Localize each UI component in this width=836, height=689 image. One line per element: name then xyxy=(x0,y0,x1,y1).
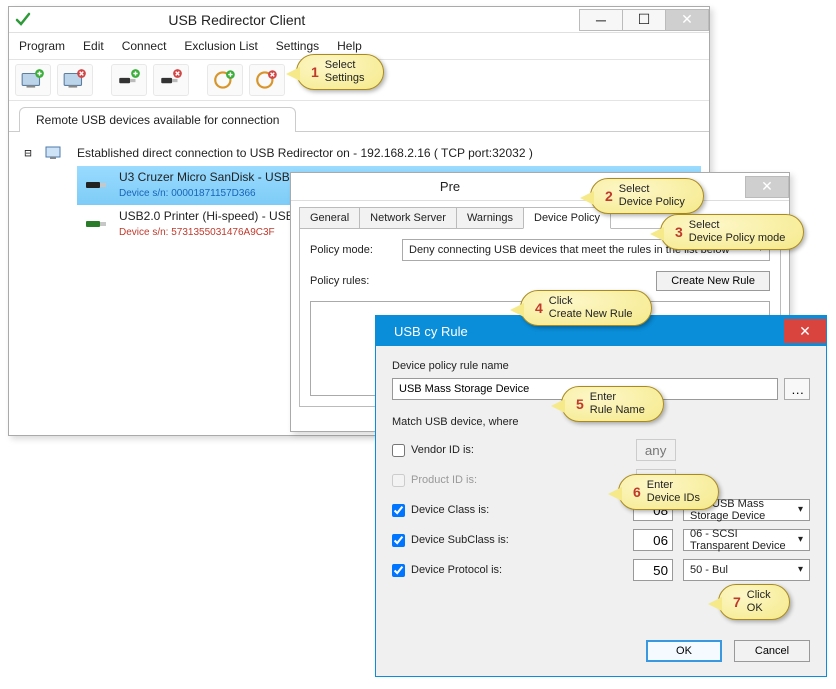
pref-close-button[interactable]: ✕ xyxy=(745,176,789,198)
callout-5-num: 5 xyxy=(576,396,584,412)
callout-6-num: 6 xyxy=(633,484,641,500)
pref-tab-general[interactable]: General xyxy=(299,207,360,229)
callout-4: 4 ClickCreate New Rule xyxy=(520,290,652,326)
callout-3-txt: SelectDevice Policy mode xyxy=(689,219,786,244)
protocol-num[interactable] xyxy=(633,559,673,581)
device2-name: USB2.0 Printer (Hi-speed) - USB P xyxy=(119,209,305,223)
pref-tab-network[interactable]: Network Server xyxy=(359,207,457,229)
callout-5-txt: EnterRule Name xyxy=(590,391,645,416)
callout-4-num: 4 xyxy=(535,300,543,316)
product-checkbox xyxy=(392,474,405,487)
device2-sn: Device s/n: 5731355031476A9C3F xyxy=(119,227,275,238)
callout-1-num: 1 xyxy=(311,64,319,80)
row-vendor: Vendor ID is: xyxy=(392,438,810,462)
protocol-checkbox[interactable] xyxy=(392,564,405,577)
usb-icon xyxy=(83,176,111,194)
tb-add-pc[interactable] xyxy=(15,64,51,96)
tb-del-usb[interactable] xyxy=(153,64,189,96)
vendor-label: Vendor ID is: xyxy=(411,444,474,456)
connection-label: Established direct connection to USB Red… xyxy=(77,146,533,161)
class-label: Device Class is: xyxy=(411,504,489,516)
subclass-combo-text: 06 - SCSI Transparent Device xyxy=(690,528,791,552)
rule-name-label: Device policy rule name xyxy=(392,360,810,372)
tree-collapse-icon[interactable]: ⊟ xyxy=(23,146,33,160)
callout-4-txt: ClickCreate New Rule xyxy=(549,295,633,320)
callout-1: 1 SelectSettings xyxy=(296,54,384,90)
minimize-button[interactable]: ─ xyxy=(579,9,623,31)
subclass-num[interactable] xyxy=(633,529,673,551)
rule-browse-button[interactable]: … xyxy=(784,378,810,400)
rule-title: USB cy Rule xyxy=(394,324,468,339)
callout-6-txt: EnterDevice IDs xyxy=(647,479,700,504)
row-class: Device Class is: 08 - USB Mass Storage D… xyxy=(392,498,810,522)
protocol-combo-text: 50 - Bul xyxy=(690,564,728,576)
pref-title: Pre xyxy=(440,179,460,194)
main-titlebar: USB Redirector Client ─ ☐ ✕ xyxy=(9,7,709,33)
subclass-combo[interactable]: 06 - SCSI Transparent Device xyxy=(683,529,810,551)
tree-connection-row[interactable]: ⊟ Established direct connection to USB R… xyxy=(17,140,701,166)
rule-close-button[interactable]: ✕ xyxy=(784,319,826,343)
vendor-value xyxy=(636,439,676,461)
main-tab-header: Remote USB devices available for connect… xyxy=(9,101,709,132)
row-subclass: Device SubClass is: 06 - SCSI Transparen… xyxy=(392,528,810,552)
callout-2: 2 SelectDevice Policy xyxy=(590,178,704,214)
vendor-checkbox[interactable] xyxy=(392,444,405,457)
callout-2-num: 2 xyxy=(605,188,613,204)
protocol-combo[interactable]: 50 - Bul xyxy=(683,559,810,581)
callout-5: 5 EnterRule Name xyxy=(561,386,664,422)
cancel-button[interactable]: Cancel xyxy=(734,640,810,662)
callout-7-txt: ClickOK xyxy=(747,589,771,614)
tb-add-usb[interactable] xyxy=(111,64,147,96)
tb-block[interactable] xyxy=(207,64,243,96)
policy-mode-label: Policy mode: xyxy=(310,244,392,256)
menu-edit[interactable]: Edit xyxy=(81,37,106,55)
menu-exclusion[interactable]: Exclusion List xyxy=(182,37,259,55)
product-label: Product ID is: xyxy=(411,474,477,486)
menu-connect[interactable]: Connect xyxy=(120,37,169,55)
app-icon xyxy=(15,12,31,28)
callout-3-num: 3 xyxy=(675,224,683,240)
create-new-rule-button[interactable]: Create New Rule xyxy=(656,271,770,291)
device1-sn: Device s/n: 00001871157D366 xyxy=(119,188,256,199)
ok-button[interactable]: OK xyxy=(646,640,722,662)
menu-program[interactable]: Program xyxy=(17,37,67,55)
policy-rules-label: Policy rules: xyxy=(310,275,392,287)
menu-help[interactable]: Help xyxy=(335,37,364,55)
subclass-label: Device SubClass is: xyxy=(411,534,509,546)
maximize-button[interactable]: ☐ xyxy=(622,9,666,31)
callout-6: 6 EnterDevice IDs xyxy=(618,474,719,510)
tab-remote-devices[interactable]: Remote USB devices available for connect… xyxy=(19,107,296,132)
subclass-checkbox[interactable] xyxy=(392,534,405,547)
callout-7: 7 ClickOK xyxy=(718,584,790,620)
callout-3: 3 SelectDevice Policy mode xyxy=(660,214,804,250)
pc-icon xyxy=(41,144,69,162)
tb-del-pc[interactable] xyxy=(57,64,93,96)
callout-2-txt: SelectDevice Policy xyxy=(619,183,685,208)
callout-7-num: 7 xyxy=(733,594,741,610)
row-protocol: Device Protocol is: 50 - Bul xyxy=(392,558,810,582)
callout-1-txt: SelectSettings xyxy=(325,59,365,84)
menu-settings[interactable]: Settings xyxy=(274,37,321,55)
pref-titlebar: Pre ✕ xyxy=(291,173,789,201)
class-checkbox[interactable] xyxy=(392,504,405,517)
protocol-label: Device Protocol is: xyxy=(411,564,502,576)
main-title: USB Redirector Client xyxy=(168,12,305,28)
close-button[interactable]: ✕ xyxy=(665,9,709,31)
usb-icon-green xyxy=(83,215,111,233)
pref-tab-warnings[interactable]: Warnings xyxy=(456,207,524,229)
